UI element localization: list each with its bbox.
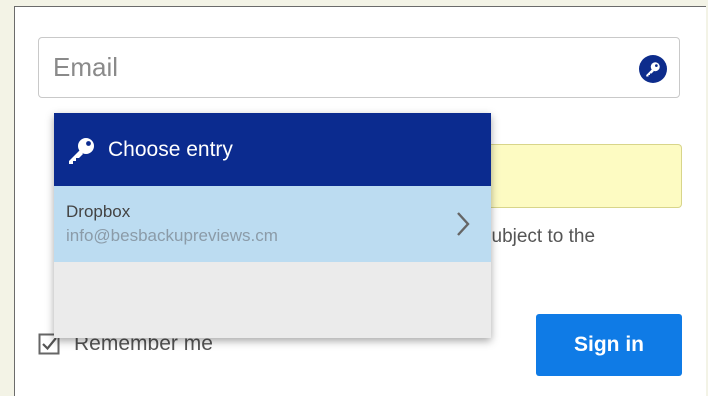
autofill-popup-title: Choose entry [108,137,233,161]
entry-login: info@besbackupreviews.cm [66,226,278,245]
password-field-autofilled[interactable] [476,144,682,208]
chevron-right-icon[interactable] [455,210,471,238]
entry-name: Dropbox [66,202,131,221]
email-field-container [38,37,680,98]
autofill-entry[interactable]: Dropbox info@besbackupreviews.cm [54,186,491,262]
email-input[interactable] [39,38,633,97]
autofill-popup: Choose entry Dropbox info@besbackuprevie… [54,113,491,338]
terms-text: subject to the [482,226,596,247]
key-icon[interactable] [639,55,667,83]
autofill-popup-header: Choose entry [54,113,491,186]
sign-in-button[interactable]: Sign in [536,314,682,376]
key-icon [69,137,94,164]
